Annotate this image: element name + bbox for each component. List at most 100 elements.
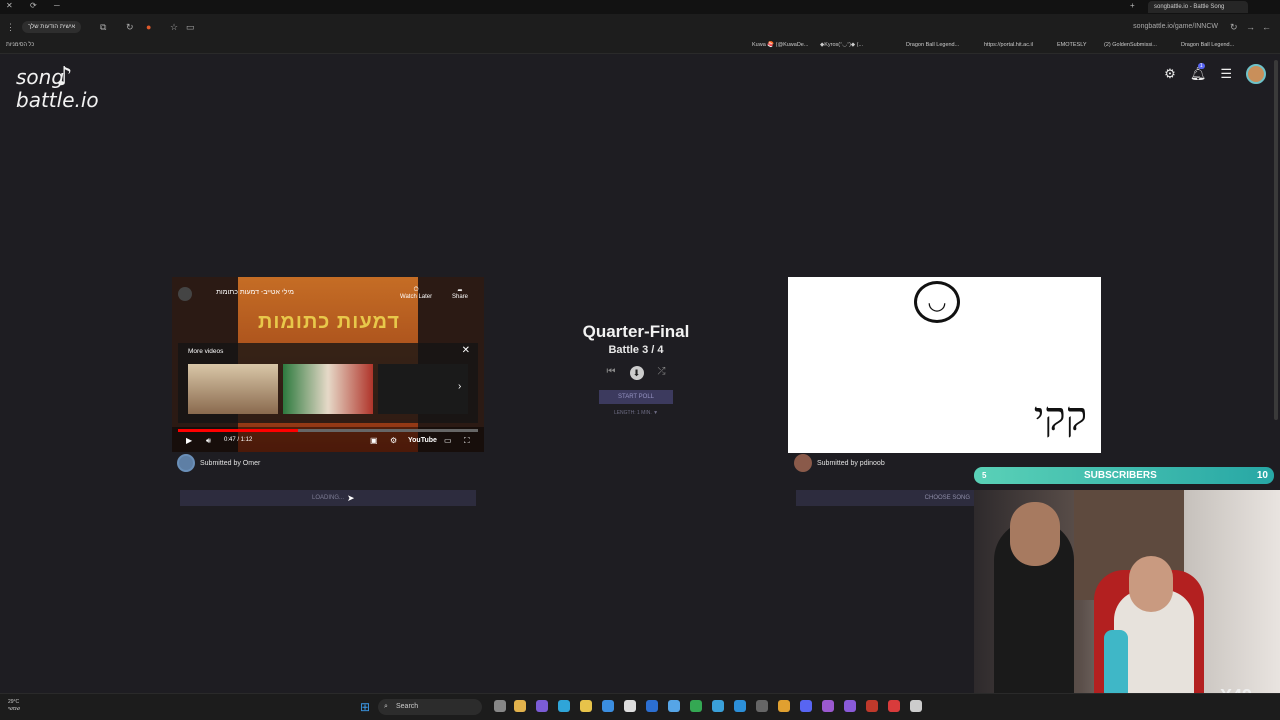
video-title[interactable]: מילי אטייב- דמעות כתומות xyxy=(216,289,294,296)
app-icon[interactable] xyxy=(734,700,746,712)
saxophone-icon: ♪ xyxy=(56,62,73,92)
obs-icon[interactable] xyxy=(910,700,922,712)
star-icon[interactable]: ☆ xyxy=(170,22,178,33)
refresh-icon[interactable]: ↻ xyxy=(126,22,134,33)
menu-dots-icon[interactable]: ⋮ xyxy=(6,22,15,33)
profile-chip[interactable]: אישית הודעות שלך xyxy=(22,21,82,33)
share-icon: ➦ xyxy=(457,288,463,294)
app-icon[interactable] xyxy=(888,700,900,712)
chrome-icon[interactable] xyxy=(690,700,702,712)
chevron-right-icon[interactable]: › xyxy=(458,381,461,392)
visual-studio-icon[interactable] xyxy=(822,700,834,712)
app-icon[interactable] xyxy=(646,700,658,712)
fullscreen-icon[interactable]: ⛶ xyxy=(464,436,470,446)
share-button[interactable]: ➦ Share xyxy=(452,287,468,300)
app-icon[interactable] xyxy=(778,700,790,712)
co-streamer-face xyxy=(1129,556,1173,612)
streamer-face xyxy=(1010,502,1060,566)
reload-page-icon[interactable]: ↻ xyxy=(1230,22,1238,33)
bookmark-item[interactable]: Kuwa 🍣 (@KuwaDe... xyxy=(752,42,808,48)
left-submitter: Submitted by Omer xyxy=(177,454,260,472)
video-suggestion[interactable] xyxy=(283,364,373,414)
cast-icon[interactable]: ▭ xyxy=(186,22,195,33)
youtube-player[interactable]: מילי אטייב- דמעות כתומות דמעות כתומות 🕓︎… xyxy=(172,277,484,452)
all-bookmarks[interactable]: כל הסימניות xyxy=(6,42,34,48)
download-icon[interactable]: ⬇ xyxy=(629,366,644,380)
task-view-icon[interactable] xyxy=(494,700,506,712)
app-icon[interactable] xyxy=(624,700,636,712)
clock-icon: 🕓︎ xyxy=(413,287,419,293)
subscriber-goal-bar: 5 SUBSCRIBERS 10 xyxy=(974,467,1274,484)
right-song-card[interactable]: ◡ קקי xyxy=(788,277,1101,453)
site-logo[interactable]: ♪ song battle.io xyxy=(16,62,99,112)
captions-icon[interactable]: ▣ xyxy=(370,436,378,445)
gear-icon[interactable]: ⚙ xyxy=(1164,66,1176,82)
bookmark-item[interactable]: ◆Kyros(ᵔ◡ᵔ)◆ (... xyxy=(820,42,863,48)
webcam-overlay: X49 xyxy=(974,490,1280,720)
scrollbar[interactable] xyxy=(1274,60,1278,420)
watch-later-button[interactable]: 🕓︎ Watch Later xyxy=(400,287,432,300)
app-icon[interactable] xyxy=(514,700,526,712)
app-icon[interactable] xyxy=(536,700,548,712)
address-bar: ⋮ אישית הודעות שלך ⧉ ↻ ● ☆ ▭ songbattle.… xyxy=(0,14,1280,40)
shuffle-icon[interactable]: ⤮ xyxy=(658,366,666,380)
bookmark-item[interactable]: (2) GoldenSubmissi... xyxy=(1104,42,1157,48)
video-suggestion[interactable] xyxy=(188,364,278,414)
skip-back-icon[interactable]: ⏮ xyxy=(607,366,616,380)
app-icon[interactable] xyxy=(844,700,856,712)
app-icon[interactable] xyxy=(668,700,680,712)
smiley-face-icon: ◡ xyxy=(914,281,960,323)
minimize-icon[interactable]: ─ xyxy=(54,1,60,10)
bookmark-item[interactable]: EMOTESLY xyxy=(1057,42,1087,48)
file-explorer-icon[interactable] xyxy=(580,700,592,712)
hamburger-menu-icon[interactable]: ☰ xyxy=(1220,66,1232,82)
mouse-cursor-icon: ➤ xyxy=(347,493,355,503)
close-icon[interactable]: ✕ xyxy=(6,1,13,10)
extension-fire-icon[interactable]: ● xyxy=(146,22,151,32)
browser-titlebar: ✕ ⟳ ─ + songbattle.io - Battle Song xyxy=(0,0,1280,14)
discord-icon[interactable] xyxy=(800,700,812,712)
bell-icon[interactable]: 🔔︎ 1 xyxy=(1190,63,1206,82)
youtube-logo[interactable]: YouTube xyxy=(408,437,437,444)
microphone xyxy=(1104,630,1128,700)
tab-songbattle[interactable]: songbattle.io - Battle Song xyxy=(1148,1,1248,13)
volume-icon[interactable]: 🔊︎ xyxy=(206,436,211,446)
back-icon[interactable]: ← xyxy=(1262,22,1271,32)
app-icon[interactable] xyxy=(866,700,878,712)
edge-icon[interactable] xyxy=(558,700,570,712)
video-suggestion[interactable] xyxy=(378,364,468,414)
reload-icon[interactable]: ⟳ xyxy=(30,1,37,10)
bookmark-item[interactable]: https://portal.hit.ac.il xyxy=(984,42,1033,48)
app-icon[interactable] xyxy=(602,700,614,712)
subs-goal: 10 xyxy=(1256,470,1268,481)
channel-avatar[interactable] xyxy=(178,287,192,301)
search-icon: ⌕ xyxy=(384,703,388,710)
windows-start-icon[interactable]: ⊞ xyxy=(360,700,370,714)
song-doodle-text: קקי xyxy=(1033,394,1087,440)
bookmarks-bar: כל הסימניות Kuwa 🍣 (@KuwaDe... ◆Kyros(ᵔ◡… xyxy=(0,40,1280,54)
bookmark-item[interactable]: Dragon Ball Legend... xyxy=(906,42,959,48)
play-icon[interactable]: ▶ xyxy=(186,436,192,445)
taskbar-search[interactable]: ⌕ Search xyxy=(378,699,482,715)
subs-current: 5 xyxy=(982,471,987,480)
forward-icon[interactable]: → xyxy=(1246,22,1255,32)
telegram-icon[interactable] xyxy=(712,700,724,712)
start-poll-button[interactable]: START POLL xyxy=(599,390,673,404)
settings-icon[interactable]: ⚙ xyxy=(390,436,397,445)
windows-taskbar: 29°C שמשי ⊞ ⌕ Search xyxy=(0,693,1280,720)
more-videos-label: More videos xyxy=(188,348,224,355)
length-dropdown[interactable]: LENGTH: 1 MIN. ▼ xyxy=(560,410,712,416)
app-icon[interactable] xyxy=(756,700,768,712)
cast-icon[interactable]: ▭ xyxy=(444,436,452,445)
extension-icon[interactable]: ⧉ xyxy=(100,22,106,33)
avatar xyxy=(794,454,812,472)
battle-controls: ⏮ ⬇ ⤮ xyxy=(560,366,712,380)
weather-widget[interactable]: 29°C שמשי xyxy=(8,699,20,713)
bookmark-item[interactable]: Dragon Ball Legend... xyxy=(1181,42,1234,48)
close-icon[interactable]: ✕ xyxy=(462,345,470,356)
left-song-status-bar[interactable]: LOADING... xyxy=(180,490,476,506)
user-avatar[interactable] xyxy=(1246,64,1266,84)
new-tab-icon[interactable]: + xyxy=(1130,1,1135,10)
choose-song-button[interactable]: CHOOSE SONG xyxy=(796,490,976,506)
url-field[interactable]: songbattle.io/game/INNCW xyxy=(1133,23,1218,30)
